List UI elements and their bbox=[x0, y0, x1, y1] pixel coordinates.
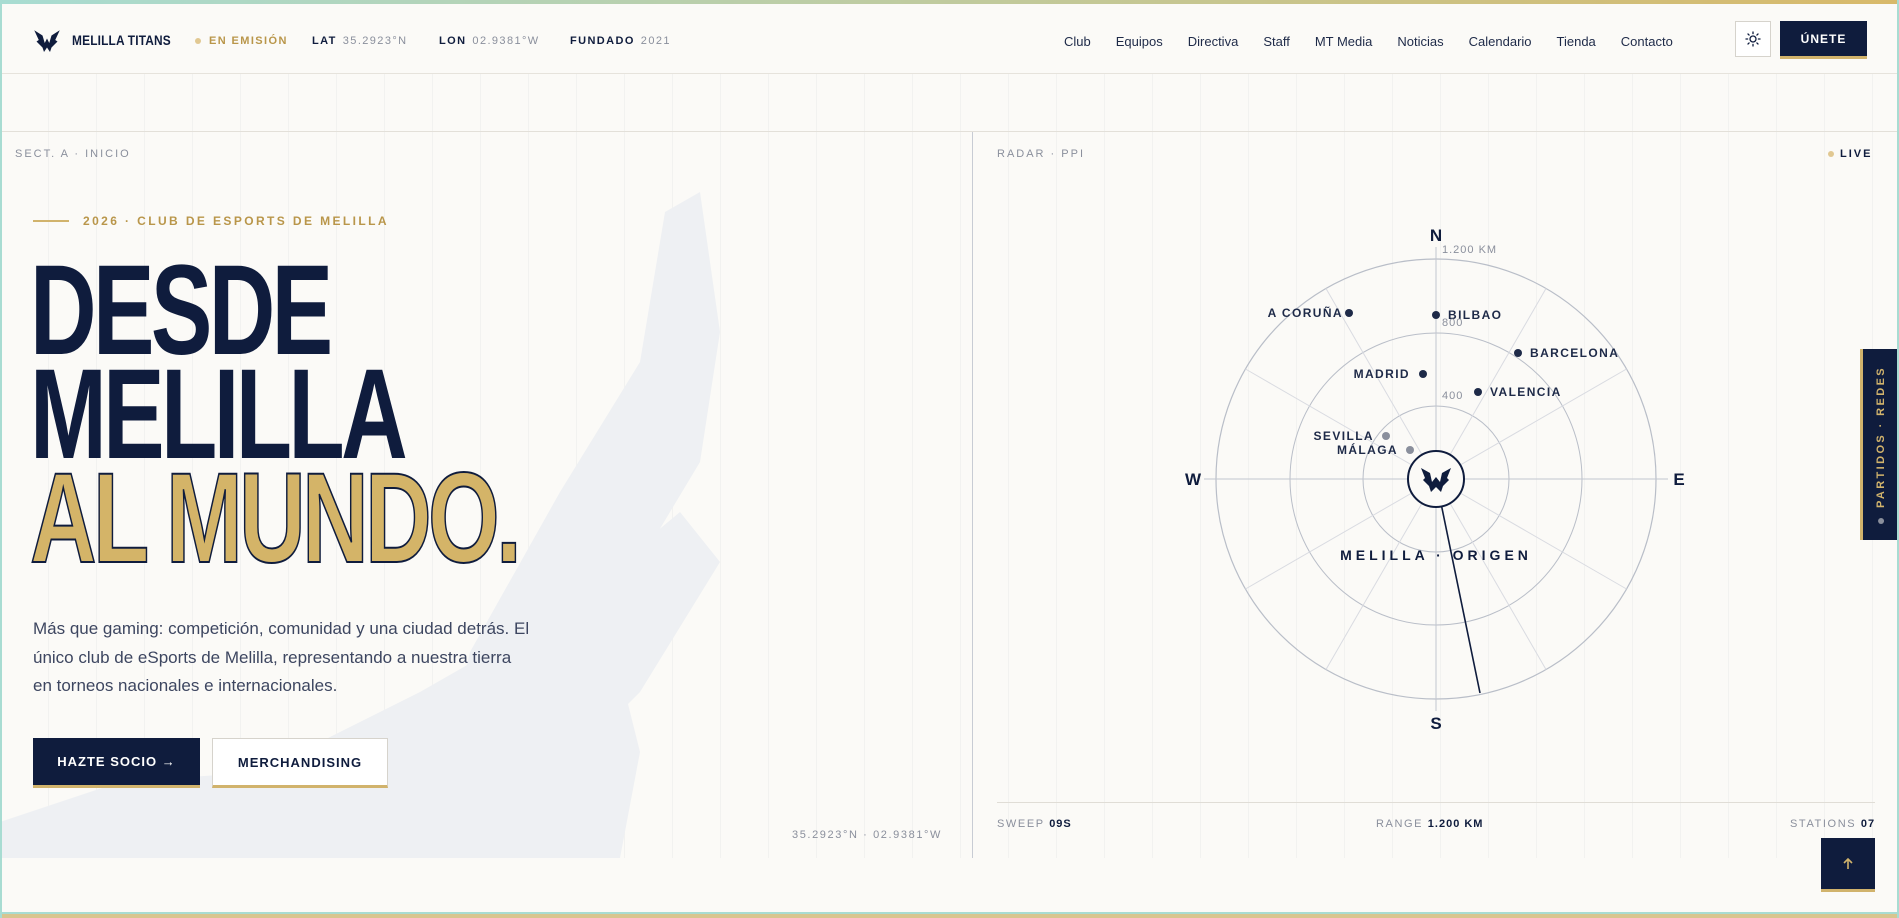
eyebrow-text: 2026 · CLUB DE ESPORTS DE MELILLA bbox=[83, 214, 389, 228]
stat-stations: STATIONS 07 bbox=[1790, 818, 1875, 830]
city-dot-bilbao bbox=[1432, 311, 1440, 319]
ring-label-800: 800 bbox=[1442, 317, 1463, 329]
nav-item-contacto[interactable]: Contacto bbox=[1621, 34, 1673, 49]
nav-item-staff[interactable]: Staff bbox=[1263, 34, 1290, 49]
meta-lat-key: LAT bbox=[312, 35, 337, 47]
stat-sweep: SWEEP 09S bbox=[997, 818, 1072, 830]
side-tab-label: PARTIDOS · REDES bbox=[1875, 365, 1888, 508]
brand-name: MELILLA TITANS bbox=[72, 32, 171, 48]
nav-item-noticias[interactable]: Noticias bbox=[1397, 34, 1443, 49]
city-label-málaga: MÁLAGA bbox=[1337, 442, 1398, 457]
stat-range: RANGE 1.200 KM bbox=[1376, 818, 1483, 830]
bearing-line bbox=[1435, 478, 1547, 670]
city-label-sevilla: SEVILLA bbox=[1314, 429, 1374, 443]
nav-item-mt-media[interactable]: MT Media bbox=[1315, 34, 1373, 49]
bearing-line bbox=[1435, 478, 1627, 590]
merchandising-button[interactable]: MERCHANDISING bbox=[212, 738, 388, 788]
header-spacer-band bbox=[0, 74, 1899, 132]
city-dot-sevilla bbox=[1382, 432, 1390, 440]
ring-label-400: 400 bbox=[1442, 390, 1463, 402]
meta-founded-value: 2021 bbox=[640, 35, 671, 47]
theme-toggle-button[interactable] bbox=[1735, 21, 1771, 57]
meta-lon-key: LON bbox=[439, 35, 467, 47]
on-air-status: EN EMISIÓN bbox=[195, 35, 288, 47]
site-header: MELILLA TITANS EN EMISIÓN LAT 35.2923°N … bbox=[0, 4, 1899, 74]
meta-lat-value: 35.2923°N bbox=[342, 35, 408, 47]
arrow-up-icon bbox=[1843, 857, 1853, 869]
city-dot-valencia bbox=[1474, 388, 1482, 396]
side-tab-dot-icon bbox=[1878, 517, 1885, 524]
meta-founded: FUNDADO 2021 bbox=[570, 35, 671, 47]
sweep-line bbox=[1435, 478, 1481, 694]
city-dot-a-coruña bbox=[1345, 309, 1353, 317]
sun-icon bbox=[1745, 31, 1761, 47]
join-button[interactable]: ÚNETE bbox=[1780, 21, 1867, 59]
ring-label-1200: 1.200 KM bbox=[1442, 244, 1497, 256]
nav-item-tienda[interactable]: Tienda bbox=[1557, 34, 1596, 49]
stat-stations-value: 07 bbox=[1860, 818, 1876, 830]
hero-eyebrow: 2026 · CLUB DE ESPORTS DE MELILLA bbox=[33, 214, 389, 228]
city-label-madrid: MADRID bbox=[1354, 367, 1410, 381]
radar-sweep bbox=[1435, 478, 1481, 694]
hero-section: SECT. A · INICIO 2026 · CLUB DE ESPORTS … bbox=[0, 132, 972, 858]
hero-title-line-3: AL MUNDO. bbox=[29, 447, 522, 590]
stats-divider bbox=[997, 802, 1875, 803]
stat-range-value: 1.200 KM bbox=[1427, 818, 1484, 830]
compass-south: S bbox=[1430, 714, 1441, 733]
nav-item-equipos[interactable]: Equipos bbox=[1116, 34, 1163, 49]
hero-lead: Más que gaming: competición, comunidad y… bbox=[33, 619, 530, 695]
radar-panel: RADAR · PPI LIVE A CORUÑA BILBAO BARCELONA… bbox=[973, 132, 1899, 858]
city-label-a-coruña: A CORUÑA bbox=[1268, 305, 1343, 320]
city-label-barcelona: BARCELONA bbox=[1530, 346, 1619, 360]
compass-east: E bbox=[1673, 470, 1684, 489]
titan-logo-icon bbox=[34, 30, 60, 52]
meta-lat: LAT 35.2923°N bbox=[312, 35, 408, 47]
bearing-line bbox=[1245, 368, 1437, 480]
main-nav: Club Equipos Directiva Staff MT Media No… bbox=[1064, 34, 1673, 49]
meta-founded-key: FUNDADO bbox=[570, 35, 635, 47]
stat-range-label: RANGE bbox=[1376, 818, 1424, 830]
city-dot-málaga bbox=[1406, 446, 1414, 454]
compass-north: N bbox=[1430, 226, 1442, 245]
stat-sweep-label: SWEEP bbox=[997, 818, 1045, 830]
city-dot-madrid bbox=[1419, 370, 1427, 378]
on-air-label: EN EMISIÓN bbox=[209, 35, 288, 47]
origin-emblem bbox=[1407, 450, 1465, 508]
bearing-line bbox=[1245, 478, 1437, 590]
section-label: SECT. A · INICIO bbox=[15, 148, 131, 160]
hero-title: DESDE MELILLA AL MUNDO. bbox=[29, 247, 522, 590]
meta-lon: LON 02.9381°W bbox=[439, 35, 540, 47]
radar-chart: A CORUÑA BILBAOBARCELONAMADRIDVALENCIASEV… bbox=[1185, 226, 1685, 733]
status-dot-icon bbox=[195, 38, 201, 44]
stat-stations-label: STATIONS bbox=[1790, 818, 1857, 830]
hero-coordinates: 35.2923°N · 02.9381°W bbox=[792, 829, 943, 841]
nav-item-directiva[interactable]: Directiva bbox=[1188, 34, 1239, 49]
compass-west: W bbox=[1185, 470, 1202, 489]
eyebrow-rule bbox=[33, 220, 69, 222]
origin-label: MELILLA · ORIGEN bbox=[1340, 547, 1532, 563]
city-label-valencia: VALENCIA bbox=[1490, 385, 1562, 399]
side-tab-matches-social[interactable]: PARTIDOS · REDES bbox=[1860, 349, 1899, 540]
nav-item-calendario[interactable]: Calendario bbox=[1469, 34, 1532, 49]
scroll-to-top-button[interactable] bbox=[1821, 838, 1875, 892]
nav-item-club[interactable]: Club bbox=[1064, 34, 1091, 49]
city-dot-barcelona bbox=[1514, 349, 1522, 357]
join-member-button[interactable]: HAZTE SOCIO → bbox=[33, 738, 200, 788]
stat-sweep-value: 09S bbox=[1049, 818, 1072, 830]
meta-lon-value: 02.9381°W bbox=[472, 35, 540, 47]
bearing-line bbox=[1325, 478, 1437, 670]
brand-home-link[interactable]: MELILLA TITANS bbox=[32, 24, 188, 56]
